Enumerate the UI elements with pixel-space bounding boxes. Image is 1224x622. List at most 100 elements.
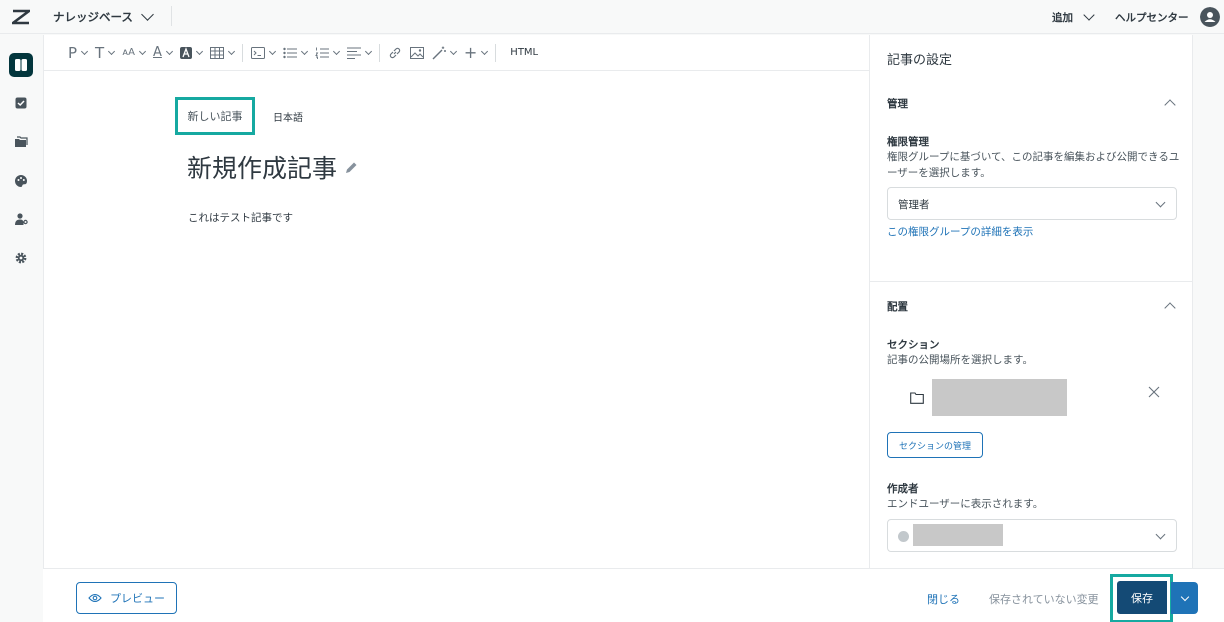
paragraph-dropdown[interactable]: P — [64, 35, 91, 71]
section-hint: 記事の公開場所を選択します。 — [887, 354, 1033, 366]
image-icon — [409, 46, 424, 59]
image-button[interactable] — [406, 35, 428, 71]
pencil-icon — [346, 162, 357, 173]
text-color-icon: A — [152, 45, 162, 60]
save-button[interactable]: 保存 — [1117, 581, 1167, 614]
add-label: 追加 — [1052, 12, 1073, 24]
table-dropdown[interactable] — [206, 35, 238, 71]
panel-title: 記事の設定 — [887, 53, 953, 68]
nav-item-user-permissions[interactable] — [9, 207, 33, 231]
save-options-button[interactable] — [1171, 582, 1198, 614]
manage-sections-button[interactable]: セクションの管理 — [887, 432, 983, 458]
divider — [171, 6, 172, 26]
left-nav-rail — [0, 34, 42, 622]
tab-language[interactable]: 日本語 — [273, 109, 303, 124]
text-format-dropdown[interactable]: T — [91, 35, 118, 71]
nav-item-customize[interactable] — [9, 169, 33, 193]
close-button[interactable]: 閉じる — [927, 591, 960, 607]
magic-wand-dropdown[interactable] — [428, 35, 460, 71]
article-title-text: 新規作成記事 — [187, 154, 338, 183]
close-icon[interactable] — [1147, 385, 1161, 399]
help-center-link[interactable]: ヘルプセンター — [1115, 10, 1189, 25]
chevron-down-icon — [481, 47, 489, 55]
nav-item-knowledge-base[interactable] — [9, 53, 33, 77]
product-switcher[interactable]: ナレッジベース — [53, 8, 154, 25]
code-block-icon — [250, 46, 265, 59]
bullet-list-dropdown[interactable] — [279, 35, 311, 71]
placement-section-heading[interactable]: 配置 — [887, 299, 908, 314]
chevron-down-icon — [1180, 592, 1189, 601]
chevron-down-icon — [108, 47, 116, 55]
eye-icon — [88, 593, 102, 603]
html-button[interactable]: HTML — [506, 35, 542, 71]
insert-dropdown[interactable]: + — [460, 35, 491, 71]
product-name: ナレッジベース — [53, 10, 133, 24]
gear-icon — [15, 252, 27, 264]
permission-value: 管理者 — [898, 199, 930, 211]
chevron-down-icon — [227, 47, 235, 55]
palette-icon — [15, 175, 27, 187]
link-icon — [389, 47, 401, 58]
add-menu[interactable]: 追加 — [1052, 9, 1095, 25]
chevron-up-icon[interactable] — [1164, 99, 1176, 111]
folder-icon — [910, 392, 924, 404]
font-size-dropdown[interactable]: ᴀA — [118, 35, 149, 71]
tab-new-article[interactable]: 新しい記事 — [175, 97, 255, 135]
link-button[interactable] — [384, 35, 406, 71]
numbered-list-icon — [315, 47, 329, 59]
article-settings-panel: 記事の設定 管理 権限管理 権限グループに基づいて、この記事を編集および公開でき… — [869, 35, 1193, 568]
nav-item-settings[interactable] — [9, 246, 33, 270]
chevron-down-icon — [449, 47, 457, 55]
preview-label: プレビュー — [110, 592, 165, 605]
redacted-section-name — [932, 379, 1067, 416]
bullet-list-icon — [283, 47, 297, 58]
font-size-icon: ᴀA — [122, 47, 135, 58]
highlight-dropdown[interactable] — [176, 35, 206, 71]
user-permissions-icon — [15, 213, 28, 225]
redacted-author-name — [913, 524, 1003, 546]
code-block-dropdown[interactable] — [247, 35, 279, 71]
permission-details-link[interactable]: この権限グループの詳細を表示 — [887, 224, 1033, 239]
nav-item-tasks[interactable] — [9, 91, 33, 115]
text-color-dropdown[interactable]: A — [149, 35, 176, 71]
chevron-down-icon — [165, 47, 173, 55]
chevron-down-icon — [268, 47, 276, 55]
user-avatar-icon[interactable] — [1200, 7, 1220, 27]
preview-button[interactable]: プレビュー — [76, 582, 177, 614]
author-select[interactable] — [887, 519, 1177, 552]
chevron-down-icon — [364, 47, 372, 55]
author-avatar-icon — [898, 531, 909, 542]
checklist-icon — [15, 97, 27, 109]
management-section-heading[interactable]: 管理 — [887, 96, 908, 111]
permission-select[interactable]: 管理者 — [887, 187, 1177, 220]
numbered-list-dropdown[interactable] — [311, 35, 343, 71]
align-icon — [346, 47, 361, 59]
chevron-down-icon — [332, 47, 340, 55]
chevron-down-icon — [1155, 197, 1166, 208]
highlight-icon — [179, 46, 192, 59]
article-title[interactable]: 新規作成記事 — [187, 149, 358, 185]
chevron-down-icon — [1155, 529, 1166, 540]
tab-new-article-label: 新しい記事 — [187, 110, 243, 123]
selected-section[interactable] — [887, 379, 1177, 419]
paragraph-icon: P — [68, 43, 78, 62]
book-icon — [15, 59, 27, 71]
author-hint: エンドユーザーに表示されます。 — [887, 498, 1044, 510]
unsaved-changes-status: 保存されていない変更 — [989, 593, 1099, 606]
toolbar-divider — [241, 43, 243, 62]
zendesk-logo-icon[interactable] — [12, 8, 30, 26]
chevron-up-icon[interactable] — [1164, 302, 1176, 314]
toolbar-divider — [378, 43, 380, 62]
chevron-down-icon — [1083, 9, 1095, 21]
section-label: セクション — [887, 339, 940, 351]
folders-icon — [15, 136, 28, 147]
chevron-down-icon — [141, 8, 154, 21]
article-body[interactable]: これはテスト記事です — [188, 210, 293, 225]
toolbar-divider — [495, 43, 497, 62]
editor-toolbar: P T ᴀA A + HTML — [44, 35, 870, 71]
chevron-down-icon — [138, 47, 147, 55]
nav-item-content[interactable] — [9, 130, 33, 154]
permission-hint: 権限グループに基づいて、この記事を編集および公開できるユーザーを選択します。 — [887, 151, 1180, 179]
text-format-icon: T — [95, 43, 105, 62]
align-dropdown[interactable] — [343, 35, 375, 71]
